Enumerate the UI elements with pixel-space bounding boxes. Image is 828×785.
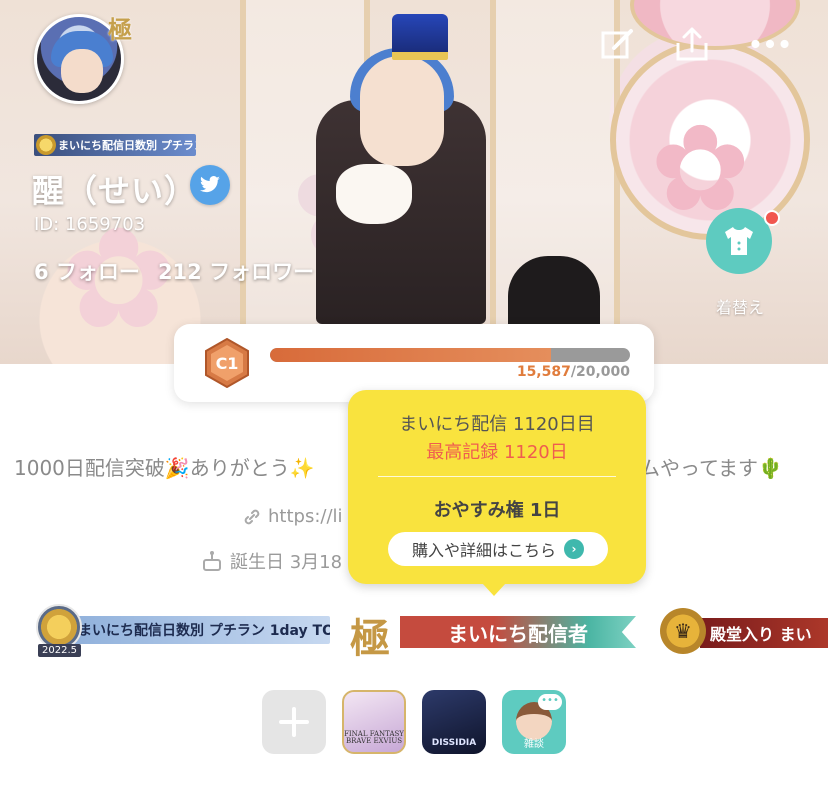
kiwami-badge-label: まいにち配信者 [400, 616, 636, 648]
add-app-button[interactable] [262, 690, 326, 754]
app-chat-title: 雑談 [524, 739, 544, 750]
rest-rights: おやすみ権 1日 [433, 500, 561, 521]
mini-badge-label: まいにち配信日数別 プチラン 1day TOP3 [58, 139, 196, 152]
avatar-face [61, 49, 103, 93]
plus-icon [279, 707, 309, 737]
avatar-badge: 極 [108, 15, 132, 44]
user-id: ID: 1659703 [34, 214, 146, 235]
birthday: 誕生日 3月18 [202, 548, 342, 574]
level-progress-track [270, 348, 630, 362]
twitter-button[interactable] [190, 165, 230, 205]
badge-year: 2022.5 [38, 644, 81, 657]
profile-link-text: https://li [268, 506, 343, 527]
wardrobe-button[interactable] [706, 208, 772, 274]
notification-dot [764, 210, 780, 226]
daily-rank-mini-badge[interactable]: まいにち配信日数別 プチラン 1day TOP3 [34, 134, 196, 156]
app-chat[interactable]: ••• 雑談 [502, 690, 566, 754]
username: 醒（せい） [32, 172, 198, 210]
cake-icon [203, 551, 221, 571]
birthday-text: 誕生日 3月18 [230, 552, 343, 573]
streak-days: まいにち配信 1120日目 [399, 414, 595, 435]
bio-text-continued: ムやってます🌵 [640, 456, 783, 480]
shirt-icon [725, 227, 753, 255]
app-ffbe-title: FINAL FANTASY BRAVE EXVIUS [344, 729, 404, 746]
purchase-details-label: 購入や詳細はこちら [411, 541, 556, 560]
app-dissidia-title: DISSIDIA [431, 738, 477, 748]
game-apps-row: FINAL FANTASY BRAVE EXVIUS DISSIDIA ••• … [262, 690, 566, 754]
more-icon [751, 39, 789, 49]
medal-icon [36, 135, 56, 155]
streak-tooltip: まいにち配信 1120日目 最高記録 1120日 おやすみ権 1日 購入や詳細は… [348, 390, 646, 596]
daily-rank-badge[interactable]: まいにち配信日数別 プチラン 1day TOP3 2022.5 [30, 604, 330, 658]
level-progress-text: 15,587/20,000 [517, 364, 630, 380]
edit-icon [601, 29, 633, 59]
chair [508, 256, 600, 328]
purchase-details-button[interactable]: 購入や詳細はこちら › [388, 532, 608, 566]
kiwami-kanji: 極 [350, 615, 390, 662]
character-head [360, 56, 444, 166]
level-current: 15,587 [516, 364, 571, 380]
following-count[interactable]: 6 フォロー [34, 256, 140, 286]
crown-icon: ♛ [660, 608, 706, 654]
share-icon [676, 27, 708, 61]
followers-count[interactable]: 212 フォロワー [158, 256, 314, 286]
edit-button[interactable] [598, 24, 638, 64]
tooltip-divider [378, 476, 616, 477]
twitter-icon [200, 176, 220, 193]
app-dissidia[interactable]: DISSIDIA [422, 690, 486, 754]
share-button[interactable] [672, 24, 712, 64]
follow-stats: 6 フォロー 212 フォロワー [34, 256, 314, 286]
hall-of-fame-badge[interactable]: 殿堂入り まい ♛ [660, 604, 828, 658]
streak-record: 最高記録 1120日 [426, 442, 568, 463]
crown [392, 14, 448, 60]
rank-label: C1 [216, 354, 239, 373]
app-ffbe[interactable]: FINAL FANTASY BRAVE EXVIUS [342, 690, 406, 754]
level-progress-fill [270, 348, 551, 362]
hall-of-fame-label: 殿堂入り まい [700, 618, 828, 648]
rank-badge-icon: C1 [205, 338, 249, 388]
bio-text: 1000日配信突破🎉ありがとう✨ [14, 456, 315, 480]
chat-bubble-icon: ••• [538, 694, 562, 710]
chevron-right-icon: › [564, 539, 584, 559]
more-button[interactable] [750, 24, 790, 64]
profile-link[interactable]: https://li [242, 506, 343, 527]
daily-rank-badge-label: まいにち配信日数別 プチラン 1day TOP3 [64, 616, 330, 644]
link-icon [244, 509, 260, 524]
kiwami-badge[interactable]: まいにち配信者 極 [350, 604, 638, 662]
profile-header: ✿ ✿ ✿ 極 まいにち配信日数別 プチラン 1day TOP3 醒（せい） I… [0, 0, 828, 364]
wardrobe-label: 着替え [715, 298, 764, 317]
level-max: /20,000 [570, 364, 630, 380]
cat [336, 164, 412, 224]
